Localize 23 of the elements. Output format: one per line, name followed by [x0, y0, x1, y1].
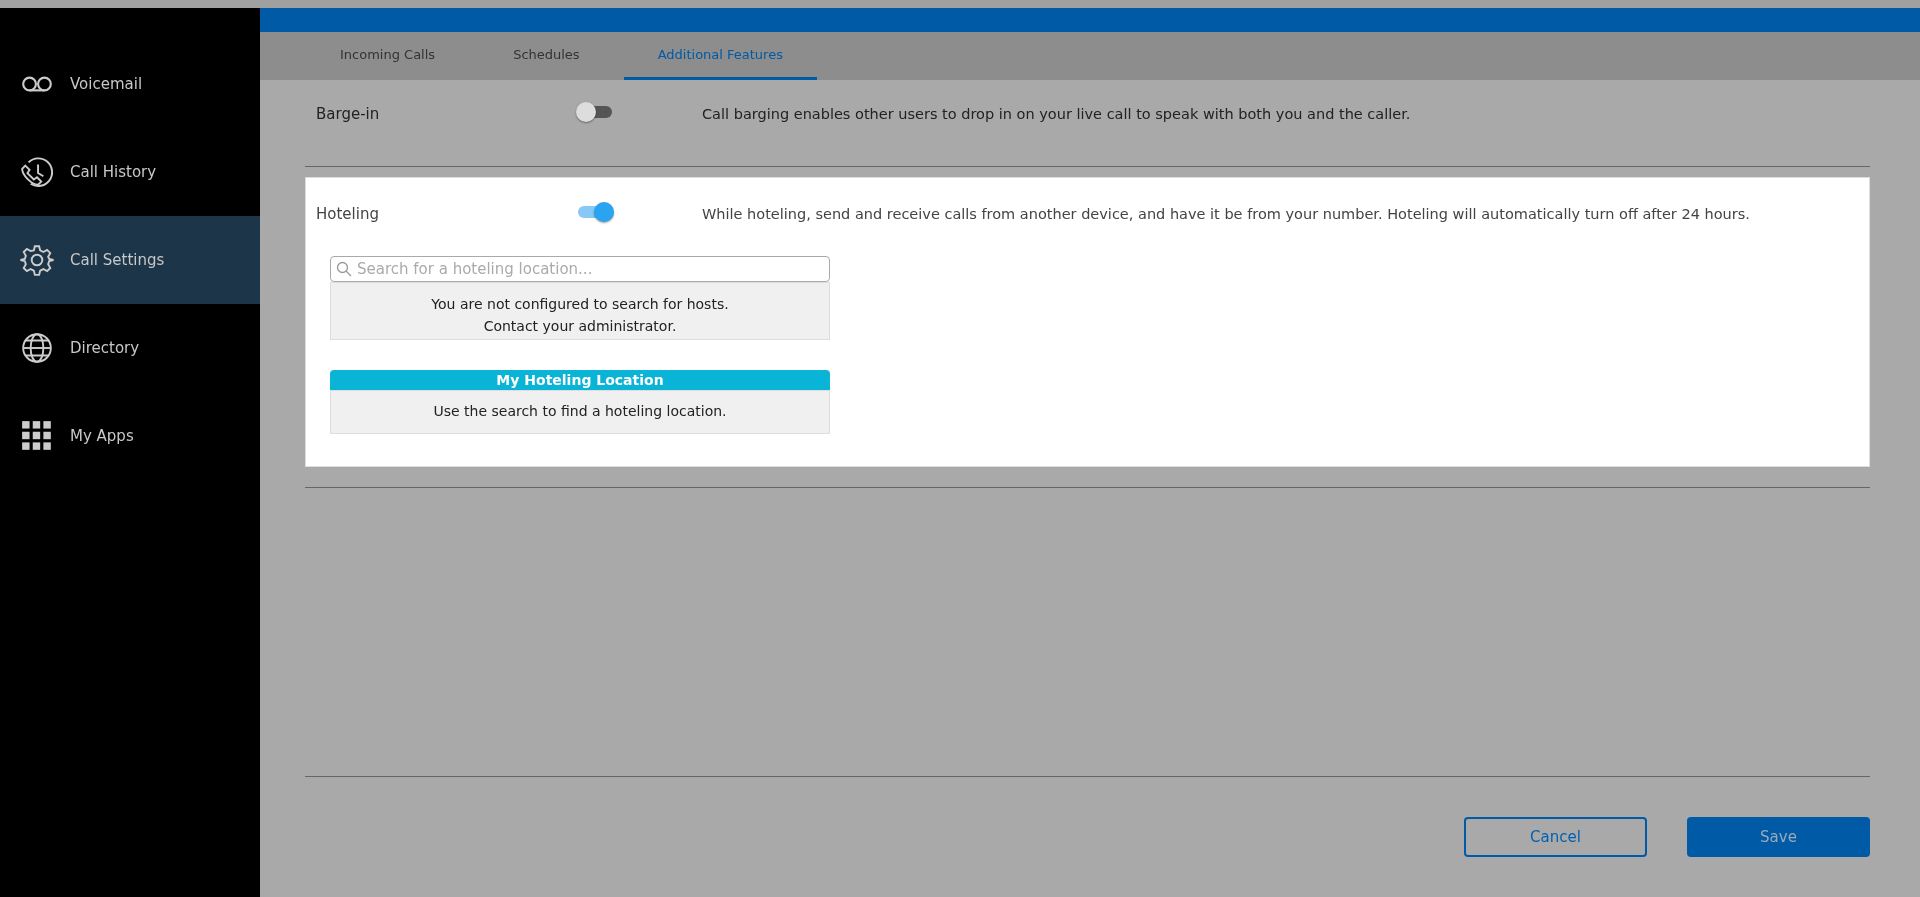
- notice-text: You are not configured to search for hosts.: [431, 295, 729, 314]
- search-icon: [336, 261, 352, 277]
- feature-label: Barge-in: [316, 105, 381, 123]
- toggle-switch[interactable]: [576, 202, 614, 222]
- sidebar-item[interactable]: Call Settings: [0, 216, 260, 304]
- feature-description: While hoteling, send and receive calls from another device, and have it be from your number. Hoteling will automatically turn off after 24 hours.: [702, 206, 1750, 222]
- globe-icon: [20, 331, 54, 365]
- toggle-switch[interactable]: [576, 102, 614, 122]
- tab[interactable]: Incoming Calls: [306, 32, 470, 80]
- sidebar-item[interactable]: My Apps: [0, 392, 260, 480]
- feature-label: Hoteling: [316, 205, 380, 223]
- tab[interactable]: Schedules: [479, 32, 614, 80]
- sidebar-item[interactable]: Directory: [0, 304, 260, 392]
- phone-clock-icon: [20, 155, 54, 189]
- gear-icon: [20, 243, 54, 277]
- location-message: Use the search to find a hoteling location.: [330, 390, 830, 434]
- grid-icon: [20, 419, 54, 453]
- sidebar-item[interactable]: Call History: [0, 128, 260, 216]
- search-field[interactable]: Search for a hoteling location...: [330, 256, 830, 282]
- sidebar-item[interactable]: Voicemail: [0, 40, 260, 128]
- notice-text: Contact your administrator.: [483, 317, 677, 336]
- feature-description: Call barging enables other users to drop in on your live call to speak with both you and the caller.: [702, 106, 1411, 122]
- location-header: My Hoteling Location: [330, 370, 830, 390]
